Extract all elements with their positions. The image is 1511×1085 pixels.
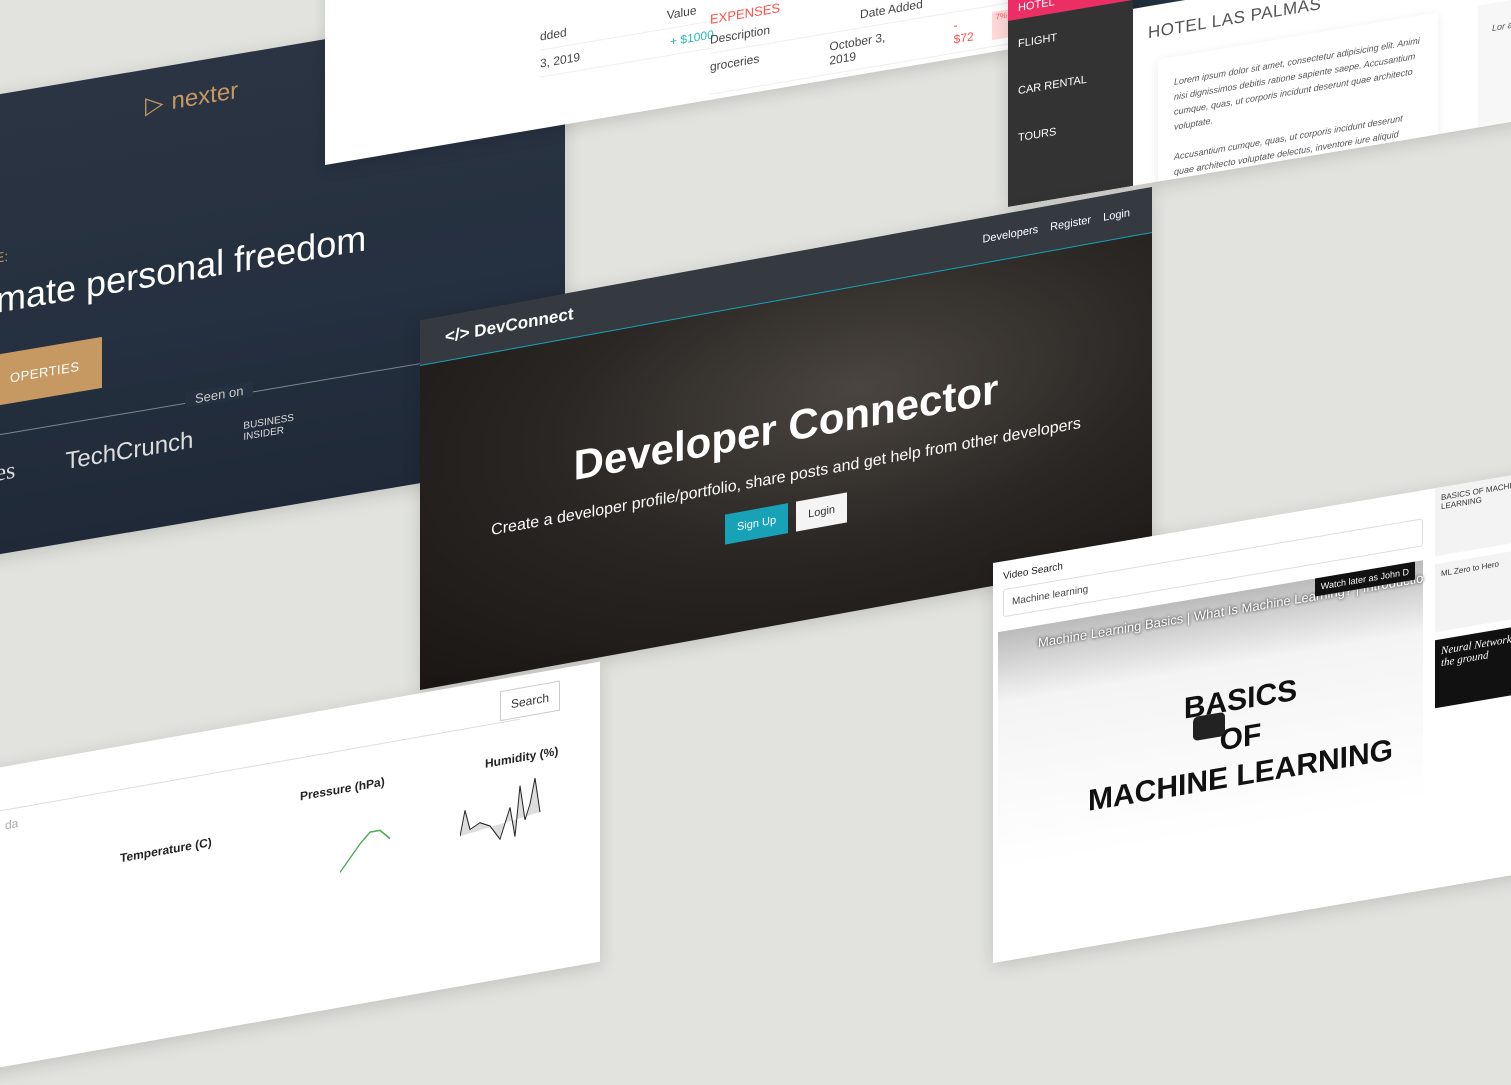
nav-tours[interactable]: TOURS: [1018, 126, 1056, 144]
view-properties-button[interactable]: OPERTIES: [0, 337, 102, 414]
expenses-table: EXPENSES Description Date Added groceries…: [710, 0, 1010, 95]
col-header: Date Added: [860, 0, 923, 22]
temperature-header: Temperature (C): [120, 835, 212, 866]
video-list-item[interactable]: BASICS OF MACHINE LEARNING: [1435, 468, 1511, 557]
pressure-header: Pressure (hPa): [300, 774, 385, 804]
techcrunch-logo: TechCrunch: [65, 426, 194, 476]
humidity-sparkline: [460, 777, 541, 841]
cell: groceries: [710, 51, 760, 74]
pressure-sparkline: [340, 829, 391, 873]
city-search-bar[interactable]: da: [0, 687, 520, 833]
cell: October 3, 2019: [829, 30, 886, 68]
col-header: Value: [666, 3, 697, 23]
business-insider-logo: BUSINESS INSIDER: [243, 412, 294, 444]
search-label: Video Search: [1003, 561, 1063, 583]
video-list: BASICS OF MACHINE LEARNING ML Zero to He…: [1435, 468, 1511, 716]
thumbnail-text: BASICS OF MACHINE LEARNING: [1088, 655, 1393, 821]
review-card: Lor adip arch offic: [1478, 0, 1511, 136]
nav-car-rental[interactable]: CAR RENTAL: [1018, 74, 1087, 98]
nav-login[interactable]: Login: [1103, 207, 1130, 224]
col-header: dded: [540, 25, 567, 44]
signup-button[interactable]: Sign Up: [724, 503, 789, 545]
nav-register[interactable]: Register: [1050, 214, 1091, 233]
nexter-logo: ▷ nexter: [145, 76, 239, 120]
review-text: Lor adip arch offic: [1492, 11, 1511, 34]
hero-heading: ultimate personal freedom: [0, 217, 367, 329]
nav-flight[interactable]: FLIGHT: [1018, 32, 1057, 51]
seen-on-label: Seen on: [185, 381, 254, 408]
income-table: dded Value 3, 2019 + $1000: [540, 0, 714, 78]
budget-screenshot: dded Value 3, 2019 + $1000 EXPENSES Descri…: [325, 0, 1010, 165]
weather-screenshot: da Search Temperature (C) Pressure (hPa)…: [0, 661, 600, 1085]
sidebar: HOTEL FLIGHT CAR RENTAL TOURS: [1008, 0, 1133, 207]
search-button[interactable]: Search: [499, 680, 560, 722]
nav-developers[interactable]: Developers: [982, 224, 1038, 246]
video-list-item[interactable]: Neural Network From the ground: [1435, 619, 1511, 709]
hotel-photos: [1133, 0, 1511, 9]
forbes-logo: Forbes: [0, 457, 16, 495]
hero-kicker: E:: [0, 247, 9, 267]
cell: - $72: [953, 17, 974, 47]
press-logos: Forbes TechCrunch BUSINESS INSIDER: [0, 411, 294, 495]
video-list-item[interactable]: ML Zero to Hero: [1435, 543, 1511, 633]
trillo-screenshot: HOTEL FLIGHT CAR RENTAL TOURS HOTEL LAS …: [1008, 0, 1511, 208]
cell: 3, 2019: [540, 49, 581, 71]
description-card: Lorem ipsum dolor sit amet, consectetur …: [1158, 12, 1438, 192]
login-button[interactable]: Login: [796, 492, 848, 532]
col-header: Description: [710, 22, 771, 47]
play-logo-icon: ▷: [145, 89, 164, 120]
humidity-header: Humidity (%): [485, 743, 559, 771]
city-input-text: da: [5, 816, 19, 833]
cell: + $1000: [670, 27, 714, 49]
